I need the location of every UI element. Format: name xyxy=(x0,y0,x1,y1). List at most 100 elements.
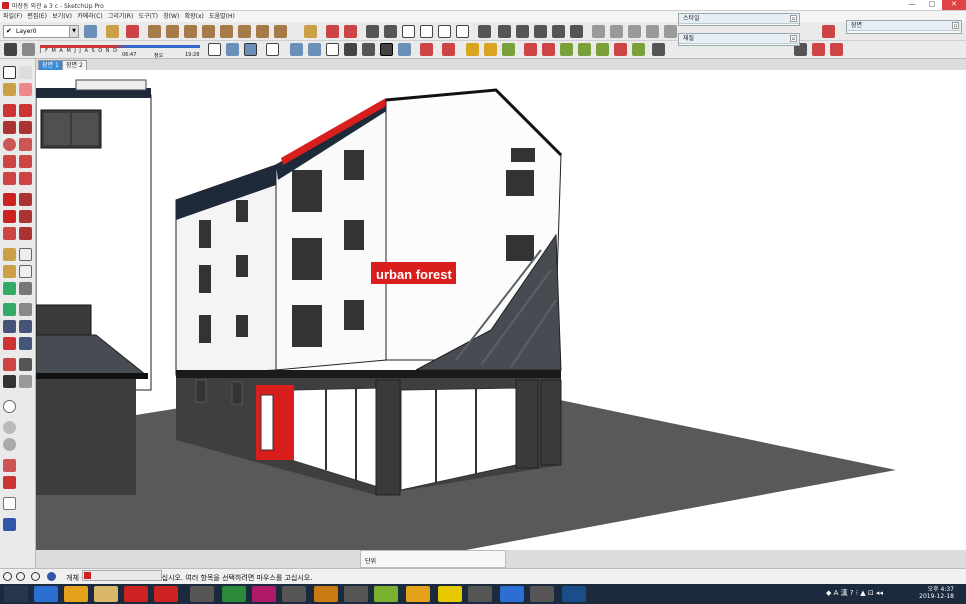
ruby-icon[interactable] xyxy=(420,43,433,56)
select-tool-icon[interactable] xyxy=(3,66,16,79)
measurement-box[interactable]: 단위 xyxy=(360,550,506,568)
tab-scene-2[interactable]: 장면 2 xyxy=(62,60,87,70)
plugin-10-icon[interactable] xyxy=(614,43,627,56)
app-task-icon[interactable] xyxy=(190,586,214,602)
sandbox-3-tool-icon[interactable] xyxy=(3,438,16,451)
shaded-icon[interactable] xyxy=(308,43,321,56)
move-tool-icon[interactable] xyxy=(3,193,16,206)
sandbox-icon[interactable] xyxy=(304,25,317,38)
previous-view-tool-icon[interactable] xyxy=(19,337,32,350)
sandbox-tool-icon[interactable] xyxy=(3,400,16,413)
extension-icon[interactable] xyxy=(384,25,397,38)
section-plane-tool-icon[interactable] xyxy=(19,375,32,388)
photo-tool-icon[interactable] xyxy=(3,476,16,489)
material-panel[interactable]: 재질 ▫ xyxy=(678,33,800,46)
style-2-icon[interactable] xyxy=(380,43,393,56)
sketchup-task-icon[interactable] xyxy=(154,586,178,602)
component-6-icon[interactable] xyxy=(238,25,251,38)
axes-icon[interactable] xyxy=(208,43,221,56)
model-info-icon[interactable] xyxy=(106,25,119,38)
maximize-button[interactable]: □ xyxy=(922,0,942,10)
minimize-button[interactable]: — xyxy=(902,0,922,10)
tab-scene-1[interactable]: 장면 1 xyxy=(38,60,63,70)
acrobat-icon[interactable] xyxy=(124,586,148,602)
style-icon[interactable] xyxy=(362,43,375,56)
orbit-tool-icon[interactable] xyxy=(3,303,16,316)
style-tool-icon[interactable] xyxy=(3,459,16,472)
plugin-2-icon[interactable] xyxy=(466,43,479,56)
view-iso-icon[interactable] xyxy=(498,25,511,38)
wireframe-icon[interactable] xyxy=(266,43,279,56)
solid-tools-icon[interactable] xyxy=(326,25,339,38)
menu-help[interactable]: 도움말(H) xyxy=(209,11,235,22)
view-top-icon[interactable] xyxy=(516,25,529,38)
pan-tool-icon[interactable] xyxy=(19,303,32,316)
plugin-3-icon[interactable] xyxy=(484,43,497,56)
shadow-slider[interactable]: J F M A M J J A S O N D 06:47 정오 19:28 xyxy=(40,42,200,59)
textured-icon[interactable] xyxy=(326,43,339,56)
view-front-icon[interactable] xyxy=(534,25,547,38)
indesign-icon[interactable] xyxy=(252,586,276,602)
plugin-11-icon[interactable] xyxy=(632,43,645,56)
model-viewport[interactable]: urban forest xyxy=(36,70,966,550)
style-panel-close-icon[interactable]: ▫ xyxy=(790,15,797,22)
component-icon[interactable] xyxy=(148,25,161,38)
warehouse-icon[interactable] xyxy=(366,25,379,38)
arc-3-tool-icon[interactable] xyxy=(3,172,16,185)
axes-tool-icon[interactable] xyxy=(3,282,16,295)
layer-select[interactable]: ✔ Layer0 ▼ xyxy=(3,25,79,38)
component-8-icon[interactable] xyxy=(274,25,287,38)
plugin-9-icon[interactable] xyxy=(596,43,609,56)
back-edges-icon[interactable] xyxy=(244,43,257,56)
menu-view[interactable]: 보기(V) xyxy=(52,11,72,22)
photoshop-icon[interactable] xyxy=(562,586,586,602)
section-4-icon[interactable] xyxy=(646,25,659,38)
text-tool-icon[interactable] xyxy=(19,265,32,278)
style-3-icon[interactable] xyxy=(398,43,411,56)
monochrome-icon[interactable] xyxy=(344,43,357,56)
circle-tool-icon[interactable] xyxy=(3,138,16,151)
plugin-7-icon[interactable] xyxy=(560,43,573,56)
plugin-5-icon[interactable] xyxy=(524,43,537,56)
shadows-toggle-icon[interactable] xyxy=(4,43,17,56)
fog-toggle-icon[interactable] xyxy=(22,43,35,56)
walk-tool-icon[interactable] xyxy=(3,375,16,388)
system-clock[interactable]: 오후 4:37 2019-12-18 xyxy=(919,586,954,600)
ie-icon[interactable] xyxy=(34,586,58,602)
push-pull-tool-icon[interactable] xyxy=(19,193,32,206)
scale-tool-icon[interactable] xyxy=(3,227,16,240)
component-7-icon[interactable] xyxy=(256,25,269,38)
plugin-12-icon[interactable] xyxy=(652,43,665,56)
section-5-icon[interactable] xyxy=(664,25,677,38)
xray-icon[interactable] xyxy=(226,43,239,56)
follow-me-tool-icon[interactable] xyxy=(19,210,32,223)
section-icon[interactable] xyxy=(592,25,605,38)
tape-measure-tool-icon[interactable] xyxy=(3,248,16,261)
plugin-4-icon[interactable] xyxy=(502,43,515,56)
look-around-tool-icon[interactable] xyxy=(19,358,32,371)
start-button[interactable] xyxy=(4,586,28,602)
component-2-icon[interactable] xyxy=(166,25,179,38)
zoom-tool-icon[interactable] xyxy=(3,320,16,333)
menu-draw[interactable]: 그리기(R) xyxy=(108,11,133,22)
app-7-task-icon[interactable] xyxy=(530,586,554,602)
close-button[interactable]: ✕ xyxy=(942,0,966,10)
app-2-task-icon[interactable] xyxy=(282,586,306,602)
polygon-tool-icon[interactable] xyxy=(19,138,32,151)
menu-window[interactable]: 창(W) xyxy=(163,11,179,22)
plugin-14-icon[interactable] xyxy=(812,43,825,56)
style-panel[interactable]: 스타일 ▫ xyxy=(678,13,800,26)
plugin-6-icon[interactable] xyxy=(542,43,555,56)
camera-icon[interactable] xyxy=(478,25,491,38)
protractor-tool-icon[interactable] xyxy=(3,265,16,278)
plugin-15-icon[interactable] xyxy=(830,43,843,56)
menu-camera[interactable]: 카메라(C) xyxy=(77,11,102,22)
help-tool-icon[interactable] xyxy=(3,518,16,531)
component-3-icon[interactable] xyxy=(184,25,197,38)
make-component-icon[interactable] xyxy=(19,66,32,79)
eraser-tool-icon[interactable] xyxy=(19,83,32,96)
chrome-2-icon[interactable] xyxy=(406,586,430,602)
help-icon[interactable] xyxy=(47,572,56,581)
menu-tools[interactable]: 도구(T) xyxy=(139,11,158,22)
illustrator-icon[interactable] xyxy=(314,586,338,602)
